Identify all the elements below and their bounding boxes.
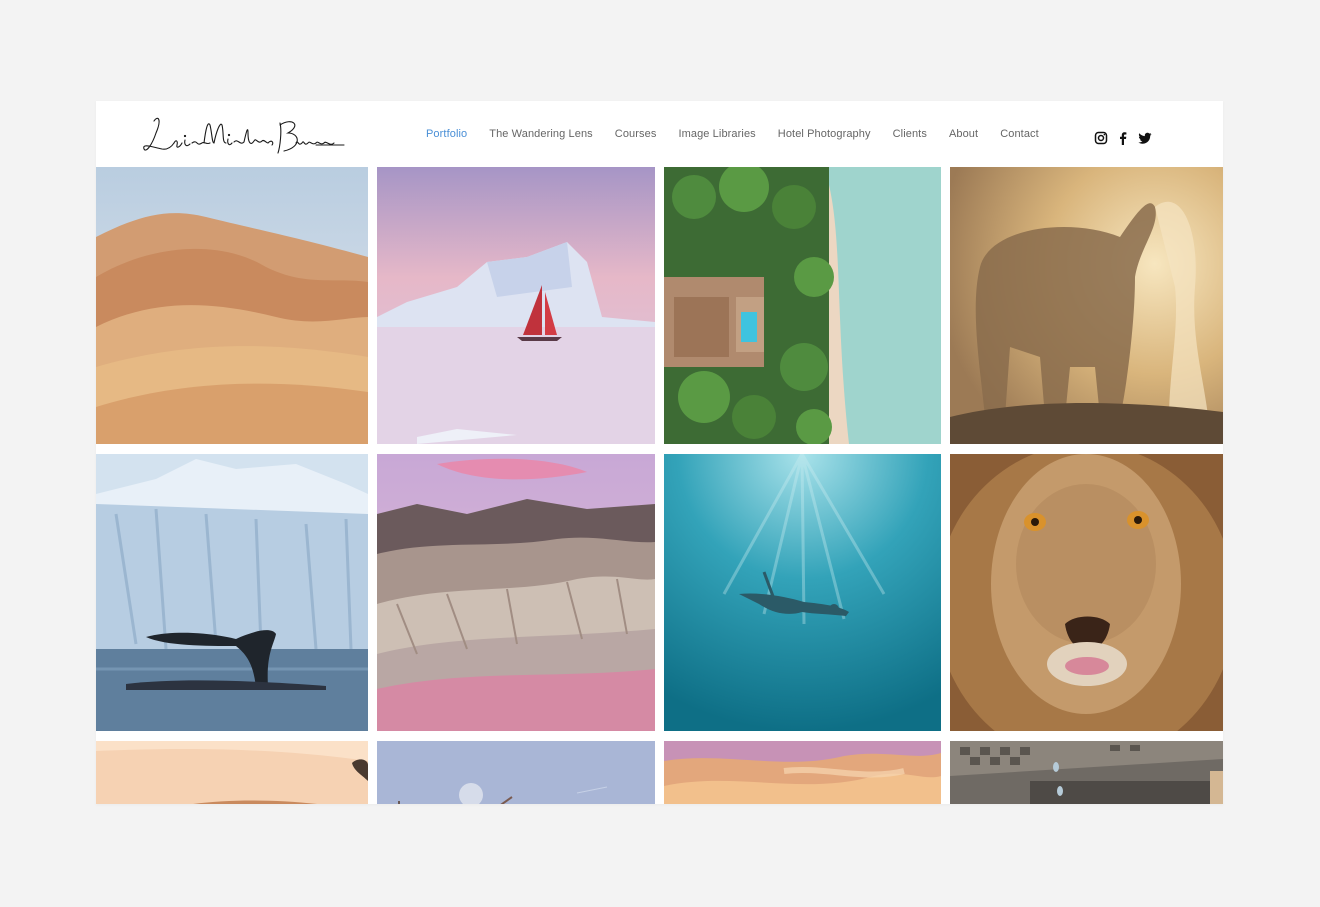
nav-item-image-libraries[interactable]: Image Libraries [678, 128, 755, 140]
social-links [1094, 131, 1160, 145]
interior-ceiling-partial-photo[interactable] [950, 741, 1223, 804]
desert-dunes-photo[interactable] [96, 167, 368, 444]
aerial-beach-resort-pool-photo[interactable] [664, 167, 941, 444]
main-nav: Portfolio The Wandering Lens Courses Ima… [426, 101, 1061, 167]
nav-item-courses[interactable]: Courses [615, 128, 657, 140]
badlands-mountains-pink-sky-photo[interactable] [377, 454, 655, 731]
logo[interactable] [140, 113, 346, 159]
nav-item-portfolio[interactable]: Portfolio [426, 128, 467, 140]
nav-item-hotel-photography[interactable]: Hotel Photography [778, 128, 871, 140]
portfolio-gallery [96, 167, 1223, 804]
nav-item-contact[interactable]: Contact [1000, 128, 1039, 140]
nav-item-clients[interactable]: Clients [893, 128, 927, 140]
elephant-dust-photo[interactable] [950, 167, 1223, 444]
site-header: Portfolio The Wandering Lens Courses Ima… [96, 101, 1223, 167]
nav-item-about[interactable]: About [949, 128, 978, 140]
instagram-icon[interactable] [1094, 131, 1108, 145]
sand-dune-partial-photo[interactable] [96, 741, 368, 804]
underwater-swimmer-photo[interactable] [664, 454, 941, 731]
signature-logo-icon [143, 117, 345, 154]
iceberg-red-sailboat-photo[interactable] [377, 167, 655, 444]
lion-face-photo[interactable] [950, 454, 1223, 731]
whale-tail-glacier-photo[interactable] [96, 454, 368, 731]
twitter-icon[interactable] [1138, 131, 1152, 145]
website-frame: Portfolio The Wandering Lens Courses Ima… [96, 101, 1223, 804]
nav-item-the-wandering-lens[interactable]: The Wandering Lens [489, 128, 593, 140]
sailboat-moon-partial-photo[interactable] [377, 741, 655, 804]
pink-clouds-partial-photo[interactable] [664, 741, 941, 804]
facebook-icon[interactable] [1116, 131, 1130, 145]
